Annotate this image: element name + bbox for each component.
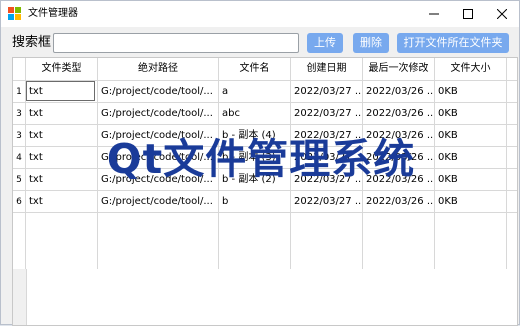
table-cell[interactable]: txt <box>26 125 97 147</box>
table-cell[interactable]: 2022/03/27 ... <box>291 169 362 191</box>
table-cell[interactable]: txt <box>26 191 97 213</box>
table-cell[interactable]: G:/project/code/tool/... <box>98 191 218 213</box>
table-cell[interactable]: G:/project/code/tool/... <box>98 125 218 147</box>
delete-button[interactable]: 删除 <box>353 33 389 53</box>
table-cell[interactable]: txt <box>26 169 97 191</box>
column-header-path[interactable]: 绝对路径 <box>98 58 218 80</box>
file-table[interactable]: 文件类型 绝对路径 文件名 创建日期 最后一次修改 文件大小 1 txt G:/… <box>12 57 518 326</box>
table-cell[interactable]: 0KB <box>435 125 506 147</box>
maximize-button[interactable] <box>451 1 485 27</box>
table-cell[interactable]: G:/project/code/tool/... <box>98 169 218 191</box>
table-cell[interactable]: txt <box>26 103 97 125</box>
row-header-gutter <box>13 269 27 325</box>
row-number[interactable]: 5 <box>13 169 25 191</box>
column-header-created[interactable]: 创建日期 <box>291 58 362 80</box>
selected-cell-outline <box>26 81 95 101</box>
table-cell[interactable]: 0KB <box>435 147 506 169</box>
title-bar: 文件管理器 <box>1 1 519 27</box>
column-header-size[interactable]: 文件大小 <box>435 58 506 80</box>
search-input[interactable] <box>53 33 299 53</box>
close-icon <box>497 9 507 19</box>
table-cell[interactable]: 2022/03/26 ... <box>363 103 434 125</box>
table-cell[interactable]: G:/project/code/tool/... <box>98 103 218 125</box>
upload-button[interactable]: 上传 <box>307 33 343 53</box>
column-header-type[interactable]: 文件类型 <box>26 58 97 80</box>
table-cell[interactable]: b <box>219 191 290 213</box>
table-cell[interactable]: 2022/03/26 ... <box>363 125 434 147</box>
table-cell[interactable]: 0KB <box>435 103 506 125</box>
row-number[interactable]: 4 <box>13 147 25 169</box>
table-cell[interactable]: 0KB <box>435 191 506 213</box>
table-cell[interactable]: b - 副本 (3) <box>219 147 290 169</box>
table-cell[interactable]: a <box>219 81 290 103</box>
minimize-icon <box>429 13 439 15</box>
table-empty-area <box>13 269 517 325</box>
table-cell[interactable]: 2022/03/27 ... <box>291 103 362 125</box>
column-header-modified[interactable]: 最后一次修改 <box>363 58 434 80</box>
table-cell[interactable]: txt <box>26 147 97 169</box>
table-cell[interactable]: 0KB <box>435 169 506 191</box>
table-cell[interactable]: G:/project/code/tool/... <box>98 147 218 169</box>
row-number[interactable]: 6 <box>13 191 25 213</box>
table-cell[interactable]: 2022/03/27 ... <box>291 81 362 103</box>
table-cell[interactable]: 2022/03/27 ... <box>291 147 362 169</box>
open-folder-button[interactable]: 打开文件所在文件夹 <box>397 33 509 53</box>
table-cell[interactable]: 2022/03/26 ... <box>363 147 434 169</box>
table-cell[interactable]: 0KB <box>435 81 506 103</box>
app-icon <box>8 7 21 20</box>
table-cell[interactable]: 2022/03/26 ... <box>363 191 434 213</box>
table-cell[interactable]: 2022/03/26 ... <box>363 81 434 103</box>
close-button[interactable] <box>485 1 519 27</box>
table-cell[interactable]: b - 副本 (2) <box>219 169 290 191</box>
table-cell[interactable]: 2022/03/26 ... <box>363 169 434 191</box>
app-window: 文件管理器 搜索框 上传 删除 打开文件所在文件夹 文件类型 绝对路径 文件名 … <box>0 0 520 326</box>
table-cell[interactable]: abc <box>219 103 290 125</box>
row-number[interactable]: 1 <box>13 81 25 103</box>
column-header-name[interactable]: 文件名 <box>219 58 290 80</box>
minimize-button[interactable] <box>417 1 451 27</box>
table-cell[interactable]: b - 副本 (4) <box>219 125 290 147</box>
row-number[interactable]: 3 <box>13 125 25 147</box>
table-cell[interactable]: G:/project/code/tool/... <box>98 81 218 103</box>
maximize-icon <box>463 9 473 19</box>
window-title: 文件管理器 <box>28 8 78 19</box>
row-number[interactable]: 3 <box>13 103 25 125</box>
table-cell[interactable]: 2022/03/27 ... <box>291 125 362 147</box>
search-label: 搜索框 <box>12 35 52 50</box>
table-cell[interactable]: 2022/03/27 ... <box>291 191 362 213</box>
